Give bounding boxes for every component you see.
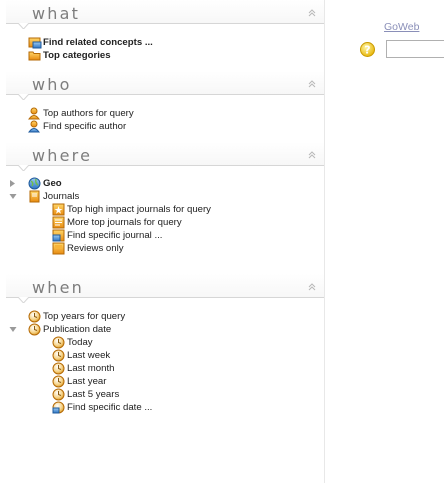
top-high-impact-journals-item[interactable]: Top high impact journals for query (6, 203, 324, 216)
help-icon[interactable]: ? (360, 42, 375, 57)
top-authors-item[interactable]: Top authors for query (6, 107, 324, 120)
last-month-label: Last month (67, 363, 115, 374)
globe-icon (28, 177, 41, 190)
collapse-icon[interactable] (307, 281, 317, 293)
top-high-impact-journals-label: Top high impact journals for query (67, 204, 211, 215)
collapse-icon[interactable] (307, 149, 317, 161)
find-related-concepts-label: Find related concepts ... (43, 37, 153, 48)
when-panel-title: when (32, 278, 85, 297)
goweb-link[interactable]: GoWeb (384, 21, 419, 33)
more-top-journals-label: More top journals for query (67, 217, 182, 228)
collapse-arrow-icon[interactable] (9, 325, 17, 334)
publication-date-label: Publication date (43, 324, 112, 335)
clock-icon (28, 323, 41, 336)
where-panel-header[interactable]: where (6, 142, 324, 171)
who-panel-title: who (32, 75, 72, 94)
author-icon (28, 107, 40, 120)
journals-item[interactable]: Journals (6, 190, 324, 203)
today-item[interactable]: Today (6, 336, 324, 349)
last-year-item[interactable]: Last year (6, 375, 324, 388)
clock-search-icon (52, 401, 65, 414)
clock-star-icon (28, 310, 41, 323)
header-notch-icon (18, 297, 29, 303)
find-specific-author-item[interactable]: Find specific author (6, 120, 324, 133)
collapse-arrow-icon[interactable] (9, 192, 17, 201)
top-authors-label: Top authors for query (43, 108, 134, 119)
clock-icon (52, 388, 65, 401)
last-month-item[interactable]: Last month (6, 362, 324, 375)
svg-text:?: ? (364, 44, 370, 57)
top-categories-label: Top categories (43, 50, 111, 61)
header-notch-icon (18, 23, 29, 29)
collapse-icon[interactable] (307, 7, 317, 19)
author-search-icon (28, 120, 40, 133)
journal-search-icon (52, 229, 65, 242)
who-panel: who Top authors for query Find specific … (6, 71, 324, 142)
collapse-icon[interactable] (307, 78, 317, 90)
find-specific-journal-item[interactable]: Find specific journal ... (6, 229, 324, 242)
reviews-only-item[interactable]: Reviews only (6, 242, 324, 255)
find-specific-journal-label: Find specific journal ... (67, 230, 163, 241)
main-area: GoWeb ? (326, 0, 444, 483)
find-specific-author-label: Find specific author (43, 121, 127, 132)
geo-item[interactable]: Geo (6, 177, 324, 190)
last-year-label: Last year (67, 376, 107, 387)
facet-sidebar: what Find related concepts ... Top categ… (6, 0, 325, 483)
header-notch-icon (18, 165, 29, 171)
who-panel-header[interactable]: who (6, 71, 324, 100)
today-label: Today (67, 337, 93, 348)
what-panel-title: what (32, 4, 81, 23)
where-panel: where Geo Journals Top high impact journ… (6, 142, 324, 274)
publication-date-item[interactable]: Publication date (6, 323, 324, 336)
top-years-item[interactable]: Top years for query (6, 310, 324, 323)
expand-arrow-icon[interactable] (9, 179, 17, 188)
search-input[interactable] (386, 40, 444, 58)
more-top-journals-item[interactable]: More top journals for query (6, 216, 324, 229)
clock-icon (52, 336, 65, 349)
clock-icon (52, 375, 65, 388)
last-week-label: Last week (67, 350, 111, 361)
journal-list-icon (52, 216, 65, 229)
folder-icon (28, 51, 41, 61)
last-5-years-label: Last 5 years (67, 389, 120, 400)
last-week-item[interactable]: Last week (6, 349, 324, 362)
when-panel: when Top years for query Publication dat… (6, 274, 324, 414)
find-related-concepts-item[interactable]: Find related concepts ... (6, 36, 324, 49)
concepts-icon (28, 37, 42, 49)
last-5-years-item[interactable]: Last 5 years (6, 388, 324, 401)
reviews-only-label: Reviews only (67, 243, 124, 254)
what-panel: what Find related concepts ... Top categ… (6, 0, 324, 71)
header-notch-icon (18, 94, 29, 100)
find-specific-date-label: Find specific date ... (67, 402, 153, 413)
clock-icon (52, 362, 65, 375)
find-specific-date-item[interactable]: Find specific date ... (6, 401, 324, 414)
where-panel-title: where (32, 146, 93, 165)
clock-icon (52, 349, 65, 362)
top-categories-item[interactable]: Top categories (6, 49, 324, 62)
review-icon (52, 242, 65, 255)
when-panel-header[interactable]: when (6, 274, 324, 303)
journal-icon (29, 190, 40, 203)
what-panel-header[interactable]: what (6, 0, 324, 29)
geo-label: Geo (43, 178, 62, 189)
journal-star-icon (52, 203, 65, 216)
top-years-label: Top years for query (43, 311, 126, 322)
journals-label: Journals (43, 191, 80, 202)
